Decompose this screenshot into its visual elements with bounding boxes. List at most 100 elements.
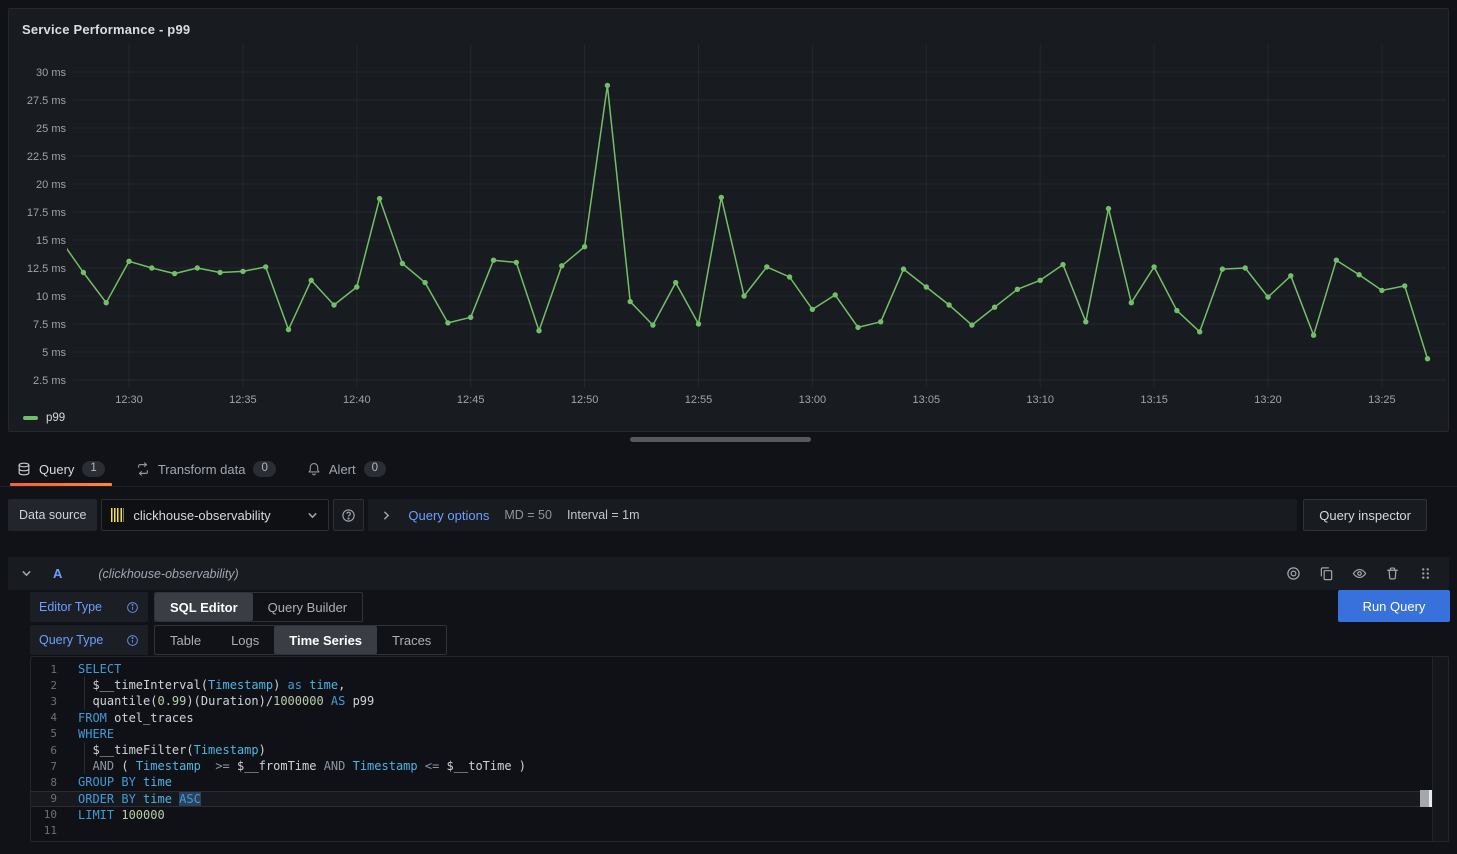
data-point	[126, 259, 131, 264]
data-point	[354, 284, 359, 289]
copy-icon[interactable]	[1314, 562, 1338, 586]
code-line-7[interactable]: 7 AND ( Timestamp >= $__fromTime AND Tim…	[31, 758, 1432, 774]
code-line-2[interactable]: 2 $__timeInterval(Timestamp) as time,	[31, 677, 1432, 693]
data-point	[650, 322, 655, 327]
datasource-help-button[interactable]	[333, 499, 364, 531]
drag-handle-icon[interactable]	[1413, 562, 1437, 586]
data-point	[741, 293, 746, 298]
code-line-1[interactable]: 1SELECT	[31, 661, 1432, 677]
grafana-panel-edit-page: 2.5 ms5 ms7.5 ms10 ms12.5 ms15 ms17.5 ms…	[0, 0, 1457, 854]
legend-series-label[interactable]: p99	[46, 412, 65, 424]
chevron-right-icon[interactable]	[380, 509, 393, 522]
query-type-option-logs[interactable]: Logs	[216, 626, 274, 654]
collapse-chevron-icon[interactable]	[20, 567, 33, 580]
question-circle-icon	[341, 508, 356, 523]
data-point	[468, 315, 473, 320]
editor-type-label: Editor Type	[30, 592, 148, 622]
line-content: GROUP BY time	[57, 775, 172, 789]
editor-type-option-query-builder[interactable]: Query Builder	[253, 593, 362, 621]
query-type-label-text: Query Type	[39, 633, 103, 647]
code-line-4[interactable]: 4FROM otel_traces	[31, 710, 1432, 726]
data-point	[1288, 273, 1293, 278]
y-axis-label: 27.5 ms	[27, 95, 67, 107]
code-line-5[interactable]: 5WHERE	[31, 726, 1432, 742]
info-circle-icon[interactable]	[126, 634, 139, 647]
code-line-10[interactable]: 10LIMIT 100000	[31, 807, 1432, 823]
sql-code-editor[interactable]: 1SELECT2 $__timeInterval(Timestamp) as t…	[30, 656, 1449, 842]
data-point	[1334, 258, 1339, 263]
query-options-link[interactable]: Query options	[408, 508, 489, 523]
data-point	[536, 328, 541, 333]
data-point	[855, 325, 860, 330]
pane-resize-handle[interactable]	[630, 437, 811, 442]
record-icon[interactable]	[1281, 562, 1305, 586]
data-point	[172, 271, 177, 276]
data-point	[1129, 300, 1134, 305]
line-content: quantile(0.99)(Duration)/1000000 AS p99	[57, 694, 374, 708]
panel-title: Service Performance - p99	[22, 22, 190, 37]
data-point	[969, 322, 974, 327]
x-axis-label: 13:25	[1368, 394, 1396, 405]
query-inspector-button[interactable]: Query inspector	[1303, 499, 1427, 531]
x-axis-label: 12:45	[457, 394, 485, 405]
query-type-option-traces[interactable]: Traces	[377, 626, 446, 654]
run-query-button[interactable]: Run Query	[1338, 590, 1450, 622]
editor-tabs: Query1 Transform data0 Alert0	[0, 452, 1457, 487]
query-type-option-table[interactable]: Table	[155, 626, 216, 654]
code-line-9[interactable]: 9ORDER BY time ASC	[31, 791, 1432, 807]
data-point	[719, 195, 724, 200]
data-point	[1265, 294, 1270, 299]
line-number: 10	[31, 808, 57, 821]
y-axis-label: 2.5 ms	[33, 375, 67, 387]
line-content: ORDER BY time ASC	[57, 792, 201, 806]
tab-label: Transform data	[158, 462, 246, 477]
data-point	[104, 300, 109, 305]
x-axis-label: 13:00	[799, 394, 827, 405]
y-axis-label: 20 ms	[36, 179, 66, 191]
data-point	[1174, 308, 1179, 313]
clickhouse-logo-icon	[111, 508, 124, 522]
data-point	[1015, 287, 1020, 292]
timeseries-chart[interactable]: 2.5 ms5 ms7.5 ms10 ms12.5 ms15 ms17.5 ms…	[9, 9, 1450, 405]
line-number: 9	[31, 792, 57, 805]
data-point	[377, 196, 382, 201]
line-content: WHERE	[57, 727, 114, 741]
data-point	[309, 278, 314, 283]
query-ref-name[interactable]: A	[53, 566, 62, 581]
editor-scrollbar[interactable]	[1432, 657, 1448, 841]
tab-transform-data[interactable]: Transform data0	[129, 452, 283, 486]
eye-icon[interactable]	[1347, 562, 1371, 586]
y-axis-label: 15 ms	[36, 235, 66, 247]
code-line-3[interactable]: 3 quantile(0.99)(Duration)/1000000 AS p9…	[31, 693, 1432, 709]
x-axis-label: 13:10	[1026, 394, 1054, 405]
data-point	[901, 266, 906, 271]
query-row-actions	[1281, 562, 1437, 586]
info-circle-icon[interactable]	[126, 601, 139, 614]
interval-summary: Interval = 1m	[567, 508, 640, 522]
data-point	[1243, 265, 1248, 270]
y-axis-label: 5 ms	[42, 347, 66, 359]
process-icon	[136, 462, 150, 476]
tab-query[interactable]: Query1	[10, 452, 112, 486]
trash-icon[interactable]	[1380, 562, 1404, 586]
data-point	[1379, 288, 1384, 293]
tab-alert[interactable]: Alert0	[300, 452, 393, 486]
query-type-radio-group: TableLogsTime SeriesTraces	[154, 625, 447, 655]
data-point	[1425, 356, 1430, 361]
datasource-picker[interactable]: clickhouse-observability	[101, 499, 329, 531]
code-line-8[interactable]: 8GROUP BY time	[31, 774, 1432, 790]
editor-type-label-text: Editor Type	[39, 600, 102, 614]
query-row-header[interactable]: A (clickhouse-observability)	[8, 557, 1449, 590]
y-axis-label: 22.5 ms	[27, 151, 67, 163]
query-type-option-time-series[interactable]: Time Series	[274, 626, 377, 654]
editor-type-option-sql-editor[interactable]: SQL Editor	[155, 593, 253, 621]
timeseries-panel: 2.5 ms5 ms7.5 ms10 ms12.5 ms15 ms17.5 ms…	[8, 8, 1449, 432]
indent-guide	[84, 758, 85, 774]
line-content: $__timeInterval(Timestamp) as time,	[57, 678, 345, 692]
chevron-down-icon	[306, 509, 319, 522]
editor-type-row: Editor Type SQL EditorQuery Builder	[30, 592, 363, 622]
line-number: 6	[31, 744, 57, 757]
code-line-11[interactable]: 11	[31, 823, 1432, 839]
code-line-6[interactable]: 6 $__timeFilter(Timestamp)	[31, 742, 1432, 758]
data-point	[331, 302, 336, 307]
